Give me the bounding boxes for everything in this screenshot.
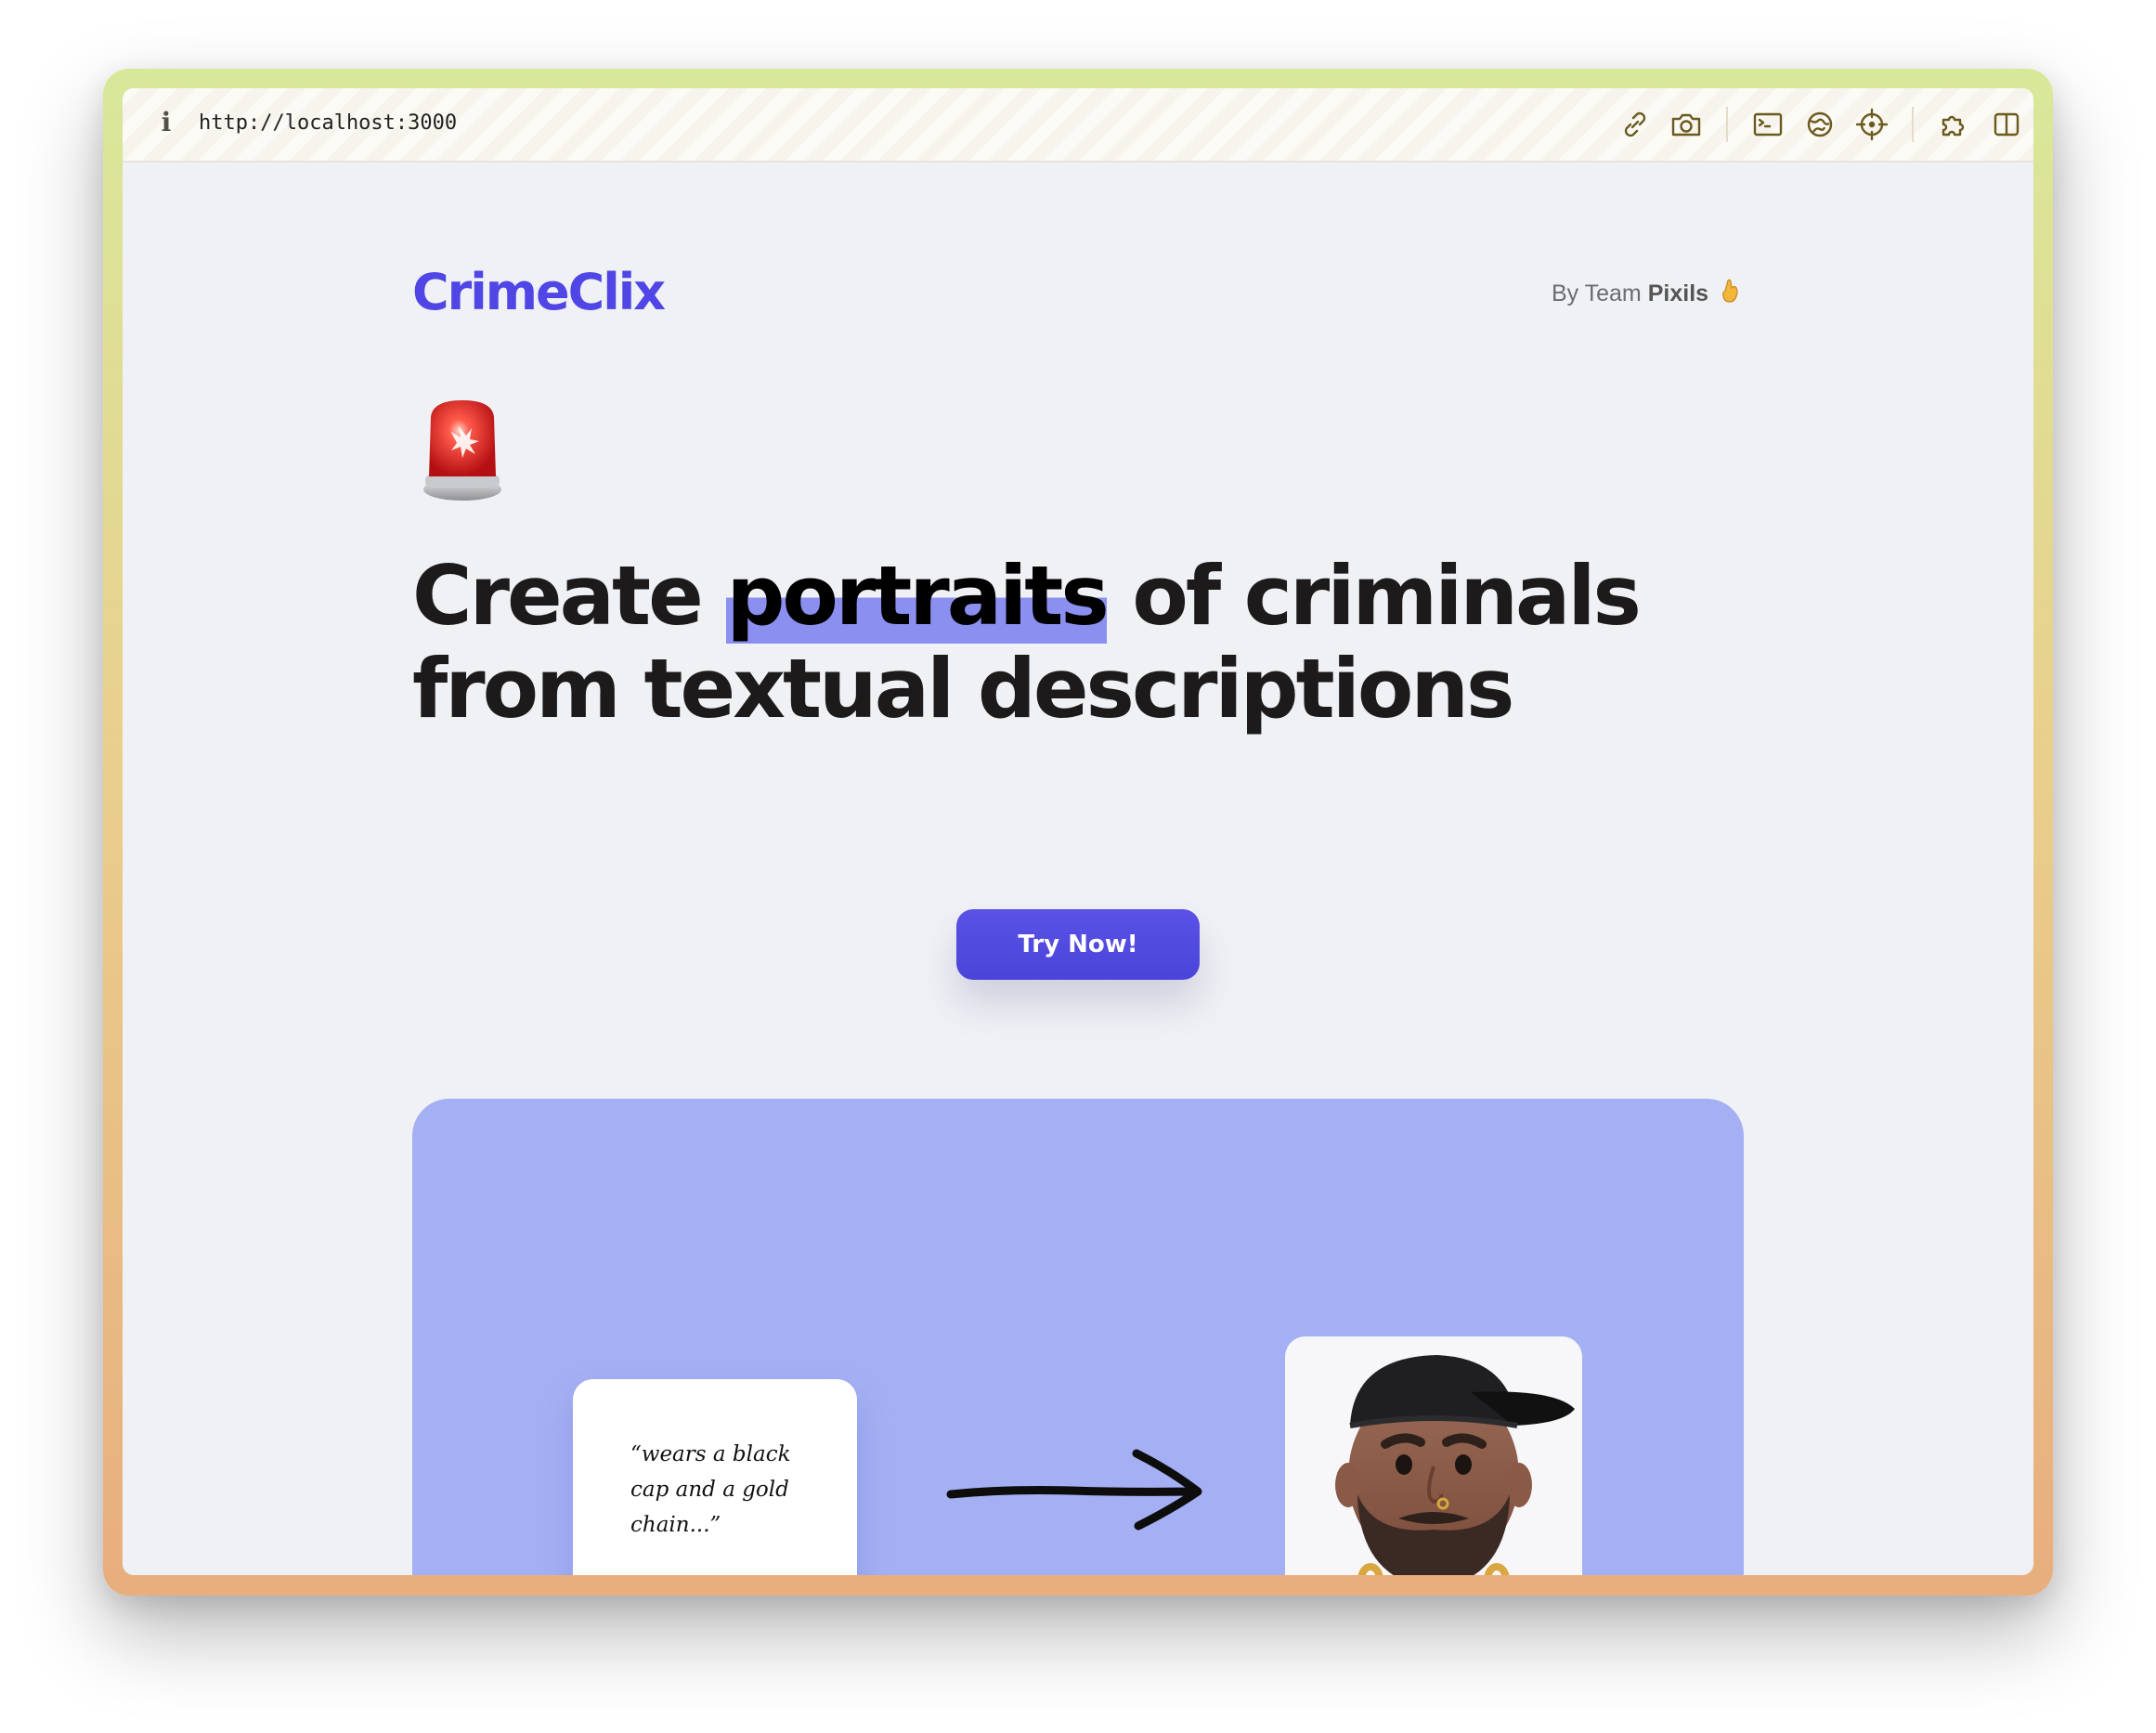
headline-post: of criminals <box>1106 548 1642 644</box>
puzzle-icon[interactable] <box>1937 107 1972 142</box>
headline-highlight: portraits <box>726 548 1110 644</box>
toolbar-separator <box>1912 107 1914 142</box>
arrow-right-icon <box>942 1442 1211 1544</box>
description-quote: “wears a black cap and a gold chain...” <box>630 1442 791 1537</box>
brand-logo[interactable]: CrimeClix <box>412 263 666 322</box>
link-icon[interactable] <box>1617 107 1653 142</box>
siren-emoji-icon <box>420 395 505 504</box>
browser-frame: i http://localhost:3000 CrimeClix By Tea… <box>103 69 2053 1596</box>
camera-icon[interactable] <box>1669 107 1704 142</box>
headline-pre: Create <box>412 548 727 644</box>
hand-emoji-icon <box>1721 278 1741 312</box>
split-view-icon[interactable] <box>1989 107 2024 142</box>
byline-team: Pixils <box>1647 280 1709 306</box>
url-bar: i http://localhost:3000 <box>123 88 2033 163</box>
page-content: CrimeClix By Team Pixils Create portrait… <box>123 163 2033 1575</box>
byline-prefix: By Team <box>1551 280 1642 306</box>
generated-portrait <box>1285 1336 1582 1575</box>
info-icon[interactable]: i <box>155 109 177 137</box>
browser-window: i http://localhost:3000 CrimeClix By Tea… <box>123 88 2033 1575</box>
description-card: “wears a black cap and a gold chain...” <box>573 1379 857 1575</box>
toolbar-separator <box>1726 107 1728 142</box>
crosshair-icon[interactable] <box>1854 107 1890 142</box>
headline-line-1: Create portraits of criminals <box>412 548 1642 644</box>
hero-headline: Create portraits of criminals from textu… <box>412 548 1642 736</box>
globe-icon[interactable] <box>1802 107 1838 142</box>
showcase-panel: “wears a black cap and a gold chain...” <box>412 1099 1744 1575</box>
team-byline: By Team Pixils <box>1552 278 1741 312</box>
try-now-button[interactable]: Try Now! <box>956 909 1200 980</box>
headline-line-2: from textual descriptions <box>412 641 1514 736</box>
url-field[interactable]: http://localhost:3000 <box>199 109 457 138</box>
terminal-icon[interactable] <box>1750 107 1786 142</box>
